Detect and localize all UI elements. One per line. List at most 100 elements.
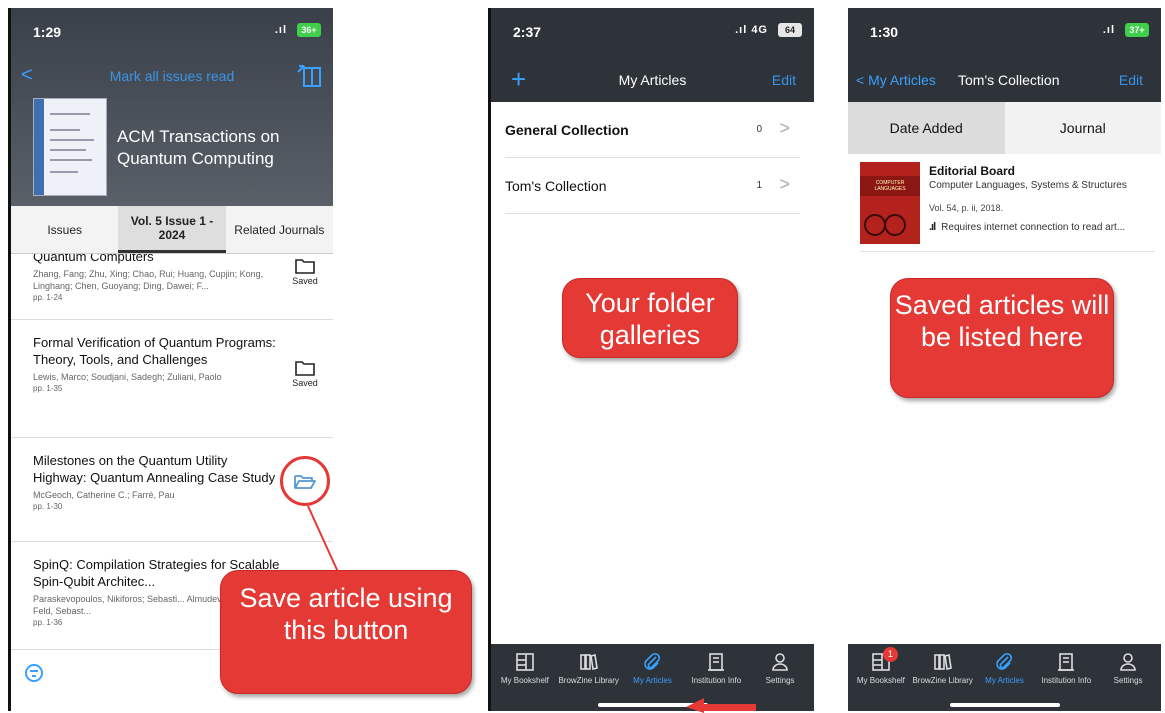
saved-label: Saved — [292, 276, 318, 286]
person-icon — [772, 653, 788, 671]
article-volume: Vol. 54, p. ii, 2018. — [929, 203, 1004, 213]
connection-text: Requires internet connection to read art… — [941, 221, 1126, 233]
arrow-left-icon — [686, 698, 756, 713]
tab-browzine-library[interactable]: BrowZine Library — [557, 644, 621, 711]
library-icon — [579, 654, 598, 670]
tab-browzine-library[interactable]: BrowZine Library — [912, 644, 974, 711]
article-pages: pp. 1-35 — [33, 384, 63, 393]
paperclip-icon — [644, 652, 661, 670]
battery-icon: 64 — [778, 23, 802, 37]
saved-article-item[interactable]: COMPUTER LANGUAGES Editorial Board Compu… — [860, 162, 1155, 252]
article-item[interactable]: Quantum Computers Zhang, Fang; Zhu, Xing… — [11, 254, 333, 320]
status-time: 1:30 — [870, 24, 899, 40]
collection-count: 1 — [756, 180, 762, 191]
segment-date-added[interactable]: Date Added — [848, 102, 1005, 154]
back-to-my-articles-button[interactable]: < My Articles — [856, 72, 936, 88]
article-item[interactable]: Formal Verification of Quantum Programs:… — [11, 320, 333, 438]
tab-issues[interactable]: Issues — [11, 206, 118, 253]
tab-label: My Articles — [633, 676, 672, 685]
article-pages: pp. 1-24 — [33, 293, 63, 302]
page-title: My Articles — [618, 72, 687, 88]
signal-icon: .ıl — [274, 24, 287, 36]
status-bar: 1:30 .ıl 37+ — [848, 8, 1161, 52]
signal-icon: .ıl — [1102, 24, 1115, 36]
tab-label: Institution Info — [1041, 676, 1092, 685]
article-journal: Computer Languages, Systems & Structures — [929, 180, 1127, 191]
tab-label: Settings — [1113, 676, 1143, 685]
tab-label: BrowZine Library — [912, 676, 973, 685]
tab-label: My Bookshelf — [500, 676, 549, 685]
collection-row[interactable]: General Collection 0 > — [505, 102, 800, 158]
edit-button[interactable]: Edit — [1119, 72, 1143, 88]
article-title: Milestones on the Quantum Utility Highwa… — [33, 453, 276, 485]
collection-header: 1:30 .ıl 37+ < My Articles Tom's Collect… — [848, 8, 1161, 102]
tutorial-collage: 1:29 .ıl 36+ < Mark all issues read ACM … — [0, 0, 1165, 713]
nav-bar: < My Articles Tom's Collection Edit — [848, 64, 1161, 94]
connection-notice: .ıl Requires internet connection to read… — [929, 221, 1155, 233]
saved-label: Saved — [292, 378, 318, 388]
folder-icon — [295, 361, 315, 376]
chevron-right-icon: > — [779, 118, 790, 138]
save-article-button[interactable]: Saved — [285, 360, 325, 388]
tab-current-issue[interactable]: Vol. 5 Issue 1 - 2024 — [118, 206, 226, 253]
tab-my-articles[interactable]: My Articles — [621, 644, 685, 711]
building-icon — [708, 653, 725, 671]
battery-icon: 36+ — [297, 23, 321, 37]
mark-all-read-button[interactable]: Mark all issues read — [11, 68, 333, 84]
callout-folder-galleries: Your folder galleries — [562, 278, 738, 358]
tab-settings[interactable]: Settings — [1097, 644, 1159, 711]
journal-cover-image — [33, 98, 107, 196]
filter-icon[interactable] — [25, 664, 43, 682]
folder-icon — [295, 259, 315, 274]
sort-segmented-control: Date Added Journal — [848, 102, 1161, 154]
person-icon — [1120, 653, 1136, 671]
signal-bars-icon: .ıl — [929, 221, 936, 233]
highlight-circle — [280, 456, 330, 506]
journal-header: 1:29 .ıl 36+ < Mark all issues read ACM … — [11, 8, 333, 206]
article-authors: McGeoch, Catherine C.; Farré, Pau — [33, 490, 175, 500]
tab-related-journals[interactable]: Related Journals — [226, 206, 333, 253]
edit-button[interactable]: Edit — [772, 72, 796, 88]
chevron-right-icon: > — [779, 174, 790, 194]
journal-cover-image: COMPUTER LANGUAGES — [860, 162, 920, 244]
nav-bar: + My Articles Edit — [491, 64, 814, 94]
collection-name: Tom's Collection — [505, 178, 607, 194]
add-to-bookshelf-icon[interactable] — [295, 62, 323, 88]
callout-saved-articles: Saved articles will be listed here — [890, 278, 1114, 398]
signal-icon: .ıl 4G — [735, 24, 768, 36]
status-bar: 1:29 .ıl 36+ — [11, 8, 333, 52]
collection-name: General Collection — [505, 122, 629, 138]
save-article-button[interactable]: Saved — [285, 258, 325, 286]
journal-nav: < Mark all issues read — [11, 60, 333, 90]
issue-tabs: Issues Vol. 5 Issue 1 - 2024 Related Jou… — [11, 206, 333, 254]
status-bar: 2:37 .ıl 4G 64 — [491, 8, 814, 52]
collection-row[interactable]: Tom's Collection 1 > — [505, 158, 800, 214]
saved-article-info: Editorial Board Computer Languages, Syst… — [929, 164, 1155, 233]
tab-my-bookshelf[interactable]: 1 My Bookshelf — [850, 644, 912, 711]
tab-institution-info[interactable]: Institution Info — [1035, 644, 1097, 711]
tab-my-articles[interactable]: My Articles — [974, 644, 1036, 711]
tab-settings[interactable]: Settings — [748, 644, 812, 711]
collection-count: 0 — [756, 124, 762, 135]
building-icon — [1058, 653, 1075, 671]
article-authors: Lewis, Marco; Soudjani, Sadegh; Zuliani,… — [33, 372, 222, 382]
notification-badge: 1 — [882, 647, 898, 662]
callout-save-article: Save article using this button — [220, 570, 472, 694]
tab-label: Institution Info — [691, 676, 742, 685]
library-icon — [933, 654, 952, 670]
home-indicator — [949, 703, 1060, 707]
pointer-line — [307, 505, 339, 573]
tab-label: My Articles — [985, 676, 1024, 685]
phone-my-articles: 2:37 .ıl 4G 64 + My Articles Edit Genera… — [488, 8, 814, 711]
tab-label: My Bookshelf — [856, 676, 905, 685]
status-time: 1:29 — [33, 24, 62, 40]
article-title: Editorial Board — [929, 164, 1016, 178]
my-articles-header: 2:37 .ıl 4G 64 + My Articles Edit — [491, 8, 814, 102]
tab-my-bookshelf[interactable]: My Bookshelf — [493, 644, 557, 711]
bottom-tab-bar: 1 My Bookshelf BrowZine Library My Artic… — [848, 644, 1161, 711]
battery-icon: 37+ — [1125, 23, 1149, 37]
article-authors: Zhang, Fang; Zhu, Xing; Chao, Rui; Huang… — [33, 269, 264, 291]
segment-journal[interactable]: Journal — [1005, 102, 1162, 154]
paperclip-icon — [996, 652, 1013, 670]
journal-title: ACM Transactions on Quantum Computing — [117, 127, 280, 168]
